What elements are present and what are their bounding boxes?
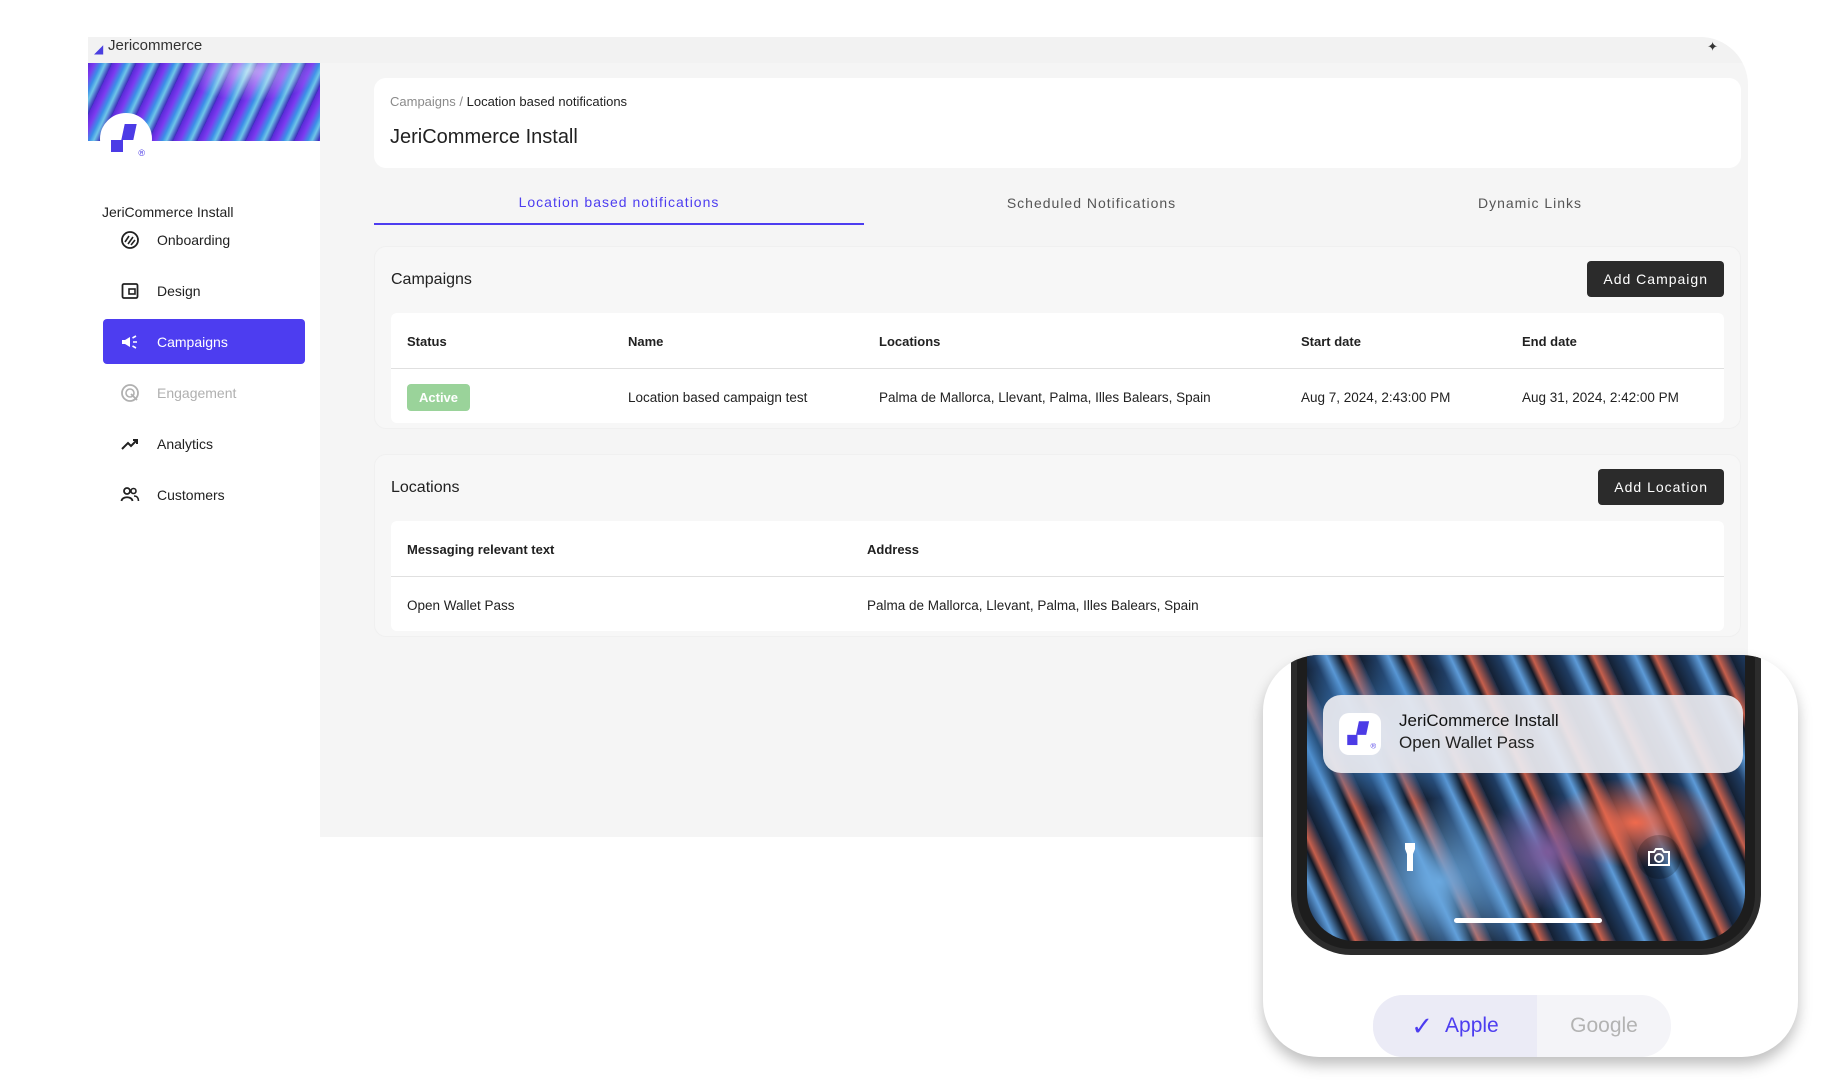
campaigns-title: Campaigns xyxy=(391,271,472,288)
engagement-icon xyxy=(119,382,141,404)
window-topbar: ◢ Jericommerce ✦ xyxy=(88,37,1748,63)
table-row[interactable]: Open Wallet Pass Palma de Mallorca, Llev… xyxy=(391,577,1724,633)
sidebar-item-analytics[interactable]: Analytics xyxy=(103,421,305,466)
sidebar-item-engagement[interactable]: Engagement xyxy=(103,370,305,415)
platform-option-google[interactable]: Google xyxy=(1537,995,1671,1057)
app-notification-icon: ® xyxy=(1339,713,1381,755)
wallet-icon xyxy=(119,280,141,302)
sidebar: ® JeriCommerce Install Onboarding Design… xyxy=(88,63,320,837)
sidebar-item-onboarding[interactable]: Onboarding xyxy=(103,217,305,262)
table-header-row: Status Name Locations Start date End dat… xyxy=(391,313,1724,369)
add-campaign-button[interactable]: Add Campaign xyxy=(1587,261,1724,297)
breadcrumb-separator: / xyxy=(455,94,467,109)
sidebar-item-label: Campaigns xyxy=(157,333,228,350)
column-header: Status xyxy=(407,333,447,349)
sidebar-item-label: Customers xyxy=(157,486,225,503)
locations-table: Messaging relevant text Address Open Wal… xyxy=(391,521,1724,631)
sidebar-item-label: Engagement xyxy=(157,384,237,401)
status-badge: Active xyxy=(407,383,471,411)
phone-mockup: ® JeriCommerce Install Open Wallet Pass xyxy=(1291,655,1761,955)
add-location-button[interactable]: Add Location xyxy=(1598,469,1724,505)
locations-title: Locations xyxy=(391,479,460,496)
platform-toggle: ✓ Apple Google xyxy=(1373,995,1671,1057)
people-icon xyxy=(119,484,141,506)
locations-panel: Locations Add Location Messaging relevan… xyxy=(374,454,1741,637)
page-header: Campaigns / Location based notifications… xyxy=(374,78,1741,168)
sidebar-item-campaigns[interactable]: Campaigns xyxy=(103,319,305,364)
onboarding-icon xyxy=(119,229,141,251)
camera-icon xyxy=(1637,835,1681,879)
app-logo: ® xyxy=(100,113,152,165)
location-text-cell: Open Wallet Pass xyxy=(407,597,515,613)
sidebar-item-label: Design xyxy=(157,282,201,299)
page-title: JeriCommerce Install xyxy=(390,126,578,148)
column-header: Name xyxy=(628,333,664,349)
campaign-end-cell: Aug 31, 2024, 2:42:00 PM xyxy=(1522,389,1679,405)
phone-lockscreen: ® JeriCommerce Install Open Wallet Pass xyxy=(1307,655,1745,941)
column-header: Start date xyxy=(1301,333,1361,349)
platform-label: Google xyxy=(1570,1014,1638,1037)
breadcrumb-parent-link[interactable]: Campaigns xyxy=(390,94,456,109)
column-header: End date xyxy=(1522,333,1577,349)
home-indicator xyxy=(1454,918,1602,923)
column-header: Address xyxy=(867,541,920,557)
location-address-cell: Palma de Mallorca, Llevant, Palma, Illes… xyxy=(867,597,1199,613)
campaigns-panel: Campaigns Add Campaign Status Name Locat… xyxy=(374,246,1741,429)
campaign-start-cell: Aug 7, 2024, 2:43:00 PM xyxy=(1301,389,1451,405)
trending-up-icon xyxy=(119,433,141,455)
campaign-locations-cell: Palma de Mallorca, Llevant, Palma, Illes… xyxy=(879,389,1211,405)
push-notification-preview: ® JeriCommerce Install Open Wallet Pass xyxy=(1323,695,1743,773)
campaign-icon xyxy=(119,331,141,353)
check-icon: ✓ xyxy=(1411,1010,1434,1041)
table-header-row: Messaging relevant text Address xyxy=(391,521,1724,577)
window-brand: Jericommerce xyxy=(108,37,203,54)
notification-title: JeriCommerce Install xyxy=(1399,711,1559,730)
tab-scheduled-notifications[interactable]: Scheduled Notifications xyxy=(864,181,1319,225)
sidebar-item-label: Onboarding xyxy=(157,231,231,248)
notification-preview-card: ® JeriCommerce Install Open Wallet Pass … xyxy=(1263,655,1798,1057)
tab-dynamic-links[interactable]: Dynamic Links xyxy=(1319,181,1741,225)
pin-icon[interactable]: ✦ xyxy=(1707,39,1718,55)
flashlight-icon xyxy=(1395,840,1425,874)
table-row[interactable]: Active Location based campaign test Palm… xyxy=(391,369,1724,425)
campaigns-table: Status Name Locations Start date End dat… xyxy=(391,313,1724,423)
platform-label: Apple xyxy=(1445,1014,1499,1037)
tab-location-based-notifications[interactable]: Location based notifications xyxy=(374,181,864,225)
sidebar-item-design[interactable]: Design xyxy=(103,268,305,313)
sidebar-item-customers[interactable]: Customers xyxy=(103,472,305,517)
notification-body: Open Wallet Pass xyxy=(1399,733,1535,752)
column-header: Locations xyxy=(879,333,941,349)
brand-logo-icon: ◢ xyxy=(94,42,104,56)
campaign-name-cell: Location based campaign test xyxy=(628,389,808,405)
jericommerce-logo-icon: ® xyxy=(111,124,145,158)
tab-bar: Location based notifications Scheduled N… xyxy=(374,181,1741,225)
platform-option-apple[interactable]: ✓ Apple xyxy=(1373,995,1537,1057)
sidebar-item-label: Analytics xyxy=(157,435,214,452)
breadcrumb: Campaigns / Location based notifications xyxy=(390,94,627,109)
column-header: Messaging relevant text xyxy=(407,541,555,557)
breadcrumb-current: Location based notifications xyxy=(466,94,628,109)
